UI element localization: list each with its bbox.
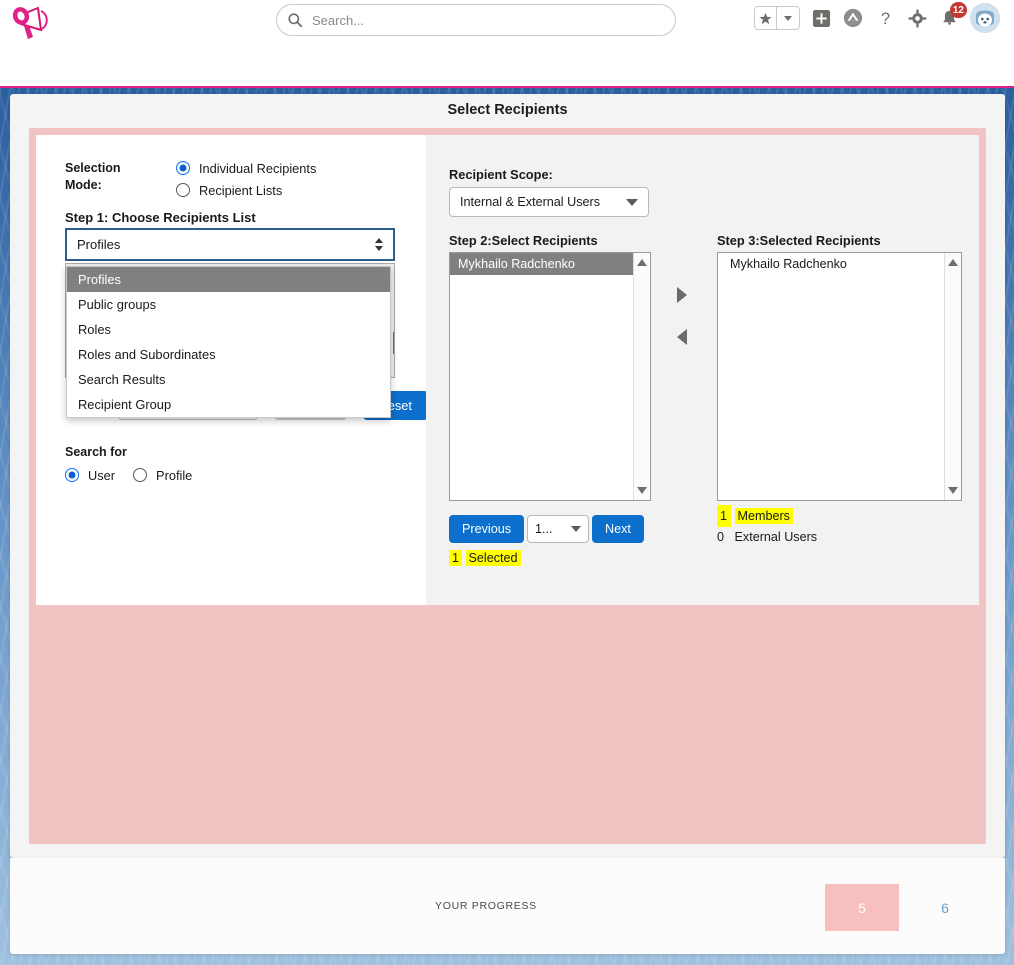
header-icon-group: ? 12 — [754, 2, 1000, 33]
external-users-count-label: External Users — [734, 530, 818, 544]
dropdown-option-public-groups[interactable]: Public groups — [67, 292, 390, 317]
wizard-pink-region: Selection Mode: Individual Recipients Re… — [29, 128, 986, 844]
page-card: Select Recipients Selection Mode: Indivi… — [10, 94, 1005, 858]
progress-step-next[interactable]: 6 — [930, 884, 960, 931]
bell-icon[interactable]: 12 — [938, 2, 967, 29]
scrollbar[interactable] — [633, 253, 650, 500]
gear-icon[interactable] — [906, 7, 928, 29]
radio-indicator — [133, 468, 148, 482]
dropdown-option-recipient-group[interactable]: Recipient Group — [67, 392, 390, 417]
previous-button[interactable]: Previous — [449, 515, 524, 543]
page-select-value: 1... — [535, 522, 553, 536]
question-mark-icon[interactable]: ? — [874, 7, 896, 29]
favorites-group[interactable] — [754, 6, 800, 30]
selected-count-number: 1 — [449, 550, 463, 566]
scroll-down-icon[interactable] — [948, 487, 958, 494]
radio-search-for-profile[interactable]: Profile — [133, 464, 192, 486]
scroll-down-icon[interactable] — [637, 487, 647, 494]
radio-label: Individual Recipients — [199, 160, 317, 176]
radio-search-for-user[interactable]: User — [65, 464, 115, 486]
spinner-arrows-icon[interactable] — [375, 238, 383, 251]
scroll-up-icon[interactable] — [948, 259, 958, 266]
radio-indicator — [176, 161, 190, 175]
recipient-scope-select[interactable]: Internal & External Users — [449, 187, 649, 217]
radio-indicator — [65, 468, 79, 482]
progress-step-current[interactable]: 5 — [825, 884, 899, 931]
nav-underline — [0, 86, 1014, 88]
dropdown-option-roles[interactable]: Roles — [67, 317, 390, 342]
radio-label: Recipient Lists — [199, 182, 283, 198]
next-button[interactable]: Next — [592, 515, 644, 543]
notification-badge: 12 — [949, 2, 967, 18]
list-item[interactable]: Mykhailo Radchenko — [718, 253, 961, 275]
megaphone-logo[interactable] — [8, 2, 58, 44]
arrow-right-icon[interactable] — [674, 287, 690, 303]
chevron-down-icon[interactable] — [777, 7, 799, 29]
radio-indicator — [176, 183, 190, 197]
selection-mode-radio-group: Individual Recipients Recipient Lists — [176, 157, 316, 201]
progress-label: YOUR PROGRESS — [435, 900, 537, 912]
left-panel: Selection Mode: Individual Recipients Re… — [36, 135, 428, 605]
star-icon[interactable] — [755, 7, 777, 29]
svg-text:?: ? — [881, 10, 890, 28]
scroll-up-icon[interactable] — [637, 259, 647, 266]
pagination-controls: Previous 1... Next — [449, 515, 644, 543]
chevron-down-icon — [626, 198, 638, 206]
cloud-icon[interactable] — [842, 7, 864, 29]
recipients-list-dropdown-menu[interactable]: Profiles Public groups Roles Roles and S… — [66, 266, 391, 418]
radio-label: Profile — [156, 467, 193, 483]
selected-count-label: Selected — [465, 550, 521, 566]
external-users-count-row: 0 External Users — [717, 527, 817, 547]
plus-icon[interactable] — [810, 7, 832, 29]
arrow-left-icon[interactable] — [674, 329, 690, 345]
step2-label: Step 2:Select Recipients — [449, 233, 598, 248]
recipients-list-combobox[interactable]: Profiles — [65, 228, 395, 261]
search-for-radio-group: User Profile — [65, 464, 192, 486]
right-panel: Recipient Scope: Internal & External Use… — [426, 135, 979, 605]
recipient-scope-value: Internal & External Users — [460, 195, 600, 209]
radio-recipient-lists[interactable]: Recipient Lists — [176, 179, 316, 201]
scrollbar[interactable] — [944, 253, 961, 500]
list-item[interactable]: Mykhailo Radchenko — [450, 253, 650, 275]
recipient-scope-label: Recipient Scope: — [449, 167, 553, 182]
dropdown-option-profiles[interactable]: Profiles — [67, 267, 390, 292]
footer-progress-bar: YOUR PROGRESS 5 6 — [10, 858, 1005, 954]
page-title: Select Recipients — [447, 102, 568, 118]
radio-label: User — [88, 467, 116, 483]
search-input[interactable] — [310, 11, 665, 29]
transfer-controls — [674, 287, 690, 345]
external-users-count-number: 0 — [717, 530, 725, 544]
dropdown-option-roles-and-subordinates[interactable]: Roles and Subordinates — [67, 342, 390, 367]
radio-individual-recipients[interactable]: Individual Recipients — [176, 157, 316, 179]
members-count-row: 1 Members — [717, 505, 817, 527]
step3-label: Step 3:Selected Recipients — [717, 233, 881, 248]
global-search[interactable] — [276, 4, 676, 36]
recipient-counts: 1 Members 0 External Users — [717, 505, 817, 547]
members-count-label: Members — [734, 508, 793, 524]
avatar[interactable] — [970, 3, 1000, 33]
page-select[interactable]: 1... — [527, 515, 589, 543]
combobox-value: Profiles — [77, 237, 121, 252]
selected-recipients-listbox[interactable]: Mykhailo Radchenko — [717, 252, 962, 501]
selected-count: 1 Selected — [449, 550, 521, 566]
available-recipients-listbox[interactable]: Mykhailo Radchenko — [449, 252, 651, 501]
global-header: ? 12 — [0, 0, 1014, 88]
members-count-number: 1 — [717, 505, 731, 527]
step1-label: Step 1: Choose Recipients List — [65, 210, 256, 225]
search-for-label: Search for — [65, 445, 127, 459]
wizard-panels: Selection Mode: Individual Recipients Re… — [36, 135, 979, 605]
chevron-down-icon — [571, 526, 581, 532]
dropdown-option-search-results[interactable]: Search Results — [67, 367, 390, 392]
selection-mode-label: Selection Mode: — [65, 161, 121, 192]
search-icon — [288, 13, 303, 28]
